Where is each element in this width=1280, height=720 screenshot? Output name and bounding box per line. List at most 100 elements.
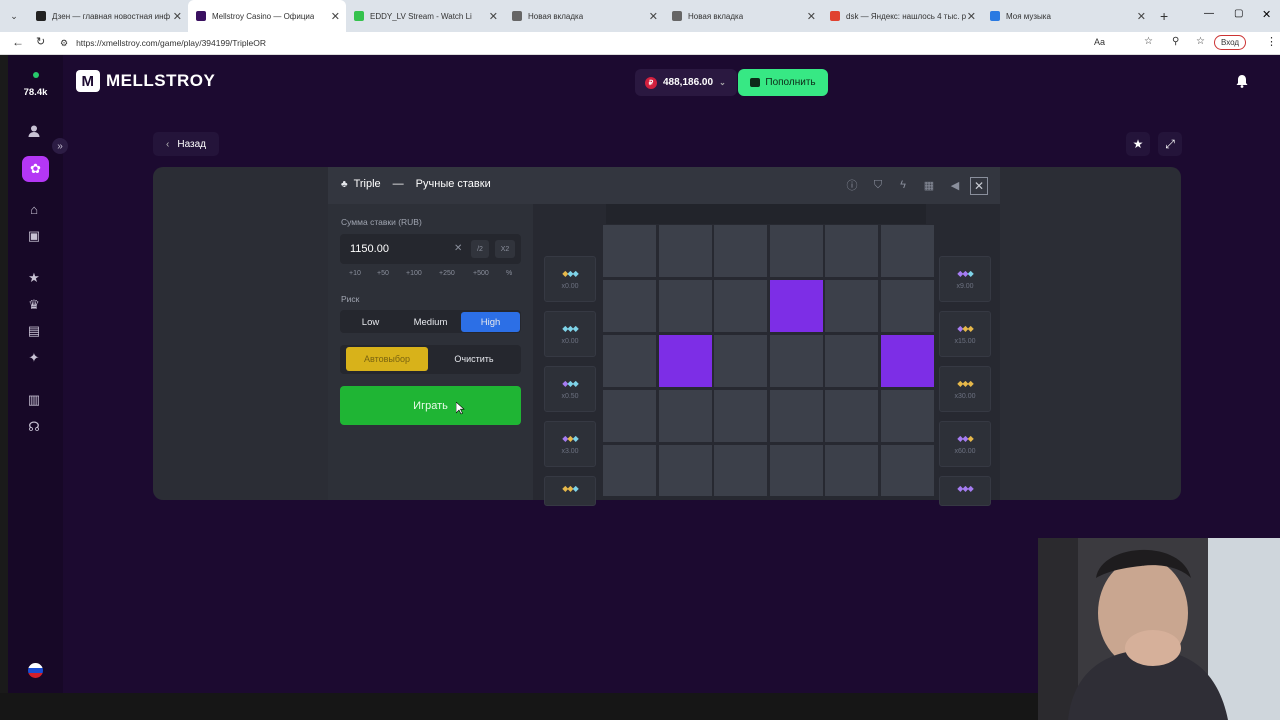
tab-0[interactable]: Дзен — главная новостная инф ✕ (28, 0, 188, 32)
tile[interactable] (769, 445, 823, 496)
star-icon[interactable]: ★ (24, 268, 44, 288)
deposit-button[interactable]: Пополнить (738, 69, 828, 96)
tile[interactable] (880, 390, 934, 442)
tile[interactable] (714, 445, 767, 496)
favorite-button[interactable]: ★ (1126, 132, 1150, 156)
sound-icon[interactable]: ◀ (948, 178, 962, 192)
tile[interactable] (825, 225, 878, 277)
quick-amount-button[interactable]: +100 (406, 270, 422, 277)
close-window-button[interactable]: ✕ (1262, 8, 1271, 21)
tab-close-icon[interactable]: ✕ (331, 10, 340, 23)
tile[interactable] (658, 225, 712, 277)
gem-combo-icon: ◆◆◆ (562, 433, 579, 443)
address-bar[interactable]: ⚙ https://xmellstroy.com/game/play/39419… (60, 34, 1140, 52)
tile-selected[interactable] (658, 335, 712, 387)
quick-amount-button[interactable]: +10 (349, 270, 361, 277)
tile-selected[interactable] (769, 280, 823, 332)
tile[interactable] (658, 280, 712, 332)
tile[interactable] (603, 225, 656, 277)
site-info-icon[interactable]: ⚙ (60, 38, 68, 49)
quick-amount-button[interactable]: +250 (439, 270, 455, 277)
half-bet-button[interactable]: /2 (471, 240, 489, 258)
risk-high-button[interactable]: High (461, 312, 520, 332)
tile[interactable] (769, 335, 823, 387)
tab-close-icon[interactable]: ✕ (967, 10, 976, 23)
tile[interactable] (825, 335, 878, 387)
document-icon[interactable]: ▥ (24, 390, 44, 410)
mellstroy-logo[interactable]: M MELLSTROY (76, 70, 215, 92)
play-button[interactable]: Играть (340, 386, 521, 425)
expand-sidebar-icon[interactable]: » (52, 138, 68, 154)
bookmark-star-icon[interactable]: ☆ (1144, 36, 1153, 47)
bell-icon[interactable] (1236, 74, 1248, 91)
gift-icon[interactable]: ▣ (24, 226, 44, 246)
login-button[interactable]: Вход (1214, 35, 1247, 50)
tab-5[interactable]: dsk — Яндекс: нашлось 4 тыс. р ✕ (822, 0, 982, 32)
back-button[interactable]: ‹ Назад (153, 132, 219, 156)
quick-amount-button[interactable]: +50 (377, 270, 389, 277)
extensions-icon[interactable]: ⚲ (1172, 36, 1179, 47)
risk-low-button[interactable]: Low (343, 312, 398, 332)
favorites-icon[interactable]: ☆ (1196, 36, 1205, 47)
tile[interactable] (603, 335, 656, 387)
tab-close-icon[interactable]: ✕ (649, 10, 658, 23)
double-bet-button[interactable]: X2 (495, 240, 515, 258)
clear-bet-icon[interactable]: ✕ (454, 243, 462, 254)
close-game-button[interactable]: ✕ (970, 177, 988, 195)
maximize-button[interactable]: ▢ (1234, 8, 1243, 19)
home-icon[interactable]: ⌂ (24, 199, 44, 219)
user-icon[interactable] (24, 121, 44, 141)
settings-icon[interactable]: ✿ (22, 156, 49, 182)
tile[interactable] (880, 225, 934, 277)
new-tab-button[interactable]: + (1160, 8, 1168, 24)
menu-icon[interactable]: ⋮ (1266, 35, 1277, 48)
tab-3[interactable]: Новая вкладка ✕ (504, 0, 664, 32)
tile[interactable] (603, 445, 656, 496)
tab-1[interactable]: Mellstroy Casino — Официа ✕ (188, 0, 346, 32)
tile[interactable] (880, 445, 934, 496)
tile[interactable] (880, 280, 934, 332)
balance-dropdown[interactable]: ₽ 488,186.00 ⌄ (635, 69, 737, 96)
tab-close-icon[interactable]: ✕ (1137, 10, 1146, 23)
tile[interactable] (714, 390, 767, 442)
tile[interactable] (825, 280, 878, 332)
tab-2[interactable]: EDDY_LV Stream - Watch Li ✕ (346, 0, 504, 32)
back-arrow-icon[interactable]: ← (12, 35, 24, 49)
tile[interactable] (825, 390, 878, 442)
tab-4[interactable]: Новая вкладка ✕ (664, 0, 822, 32)
tile[interactable] (714, 280, 767, 332)
shield-icon[interactable]: ⛉ (871, 178, 885, 192)
fullscreen-button[interactable]: ⤢ (1158, 132, 1182, 156)
tile-selected[interactable] (880, 335, 934, 387)
tile[interactable] (714, 225, 767, 277)
support-icon[interactable]: ☊ (24, 417, 44, 437)
tile[interactable] (769, 390, 823, 442)
minimize-button[interactable]: — (1204, 8, 1214, 19)
crown-icon[interactable]: ♛ (24, 295, 44, 315)
tile[interactable] (714, 335, 767, 387)
cards-icon[interactable]: ▤ (24, 321, 44, 341)
tile[interactable] (658, 390, 712, 442)
sparkle-icon[interactable]: ✦ (24, 348, 44, 368)
tile[interactable] (658, 445, 712, 496)
flag-icon[interactable] (28, 663, 43, 678)
tab-list-icon[interactable]: ⌄ (0, 11, 28, 22)
tile[interactable] (603, 280, 656, 332)
tab-close-icon[interactable]: ✕ (173, 10, 182, 23)
quick-amount-button[interactable]: +500 (473, 270, 489, 277)
tile[interactable] (603, 390, 656, 442)
clear-button[interactable]: Очистить (434, 347, 514, 371)
translate-icon[interactable]: Aa (1094, 37, 1105, 47)
tile[interactable] (769, 225, 823, 277)
quick-amount-button[interactable]: % (506, 270, 512, 277)
auto-select-button[interactable]: Автовыбор (346, 347, 428, 371)
tab-6[interactable]: Моя музыка ✕ (982, 0, 1152, 32)
tab-close-icon[interactable]: ✕ (807, 10, 816, 23)
help-icon[interactable]: ⓘ (845, 178, 859, 192)
keyboard-icon[interactable]: ▦ (922, 178, 936, 192)
risk-medium-button[interactable]: Medium (401, 312, 460, 332)
reload-icon[interactable]: ↻ (36, 35, 45, 48)
tab-close-icon[interactable]: ✕ (489, 10, 498, 23)
tile[interactable] (825, 445, 878, 496)
lightning-icon[interactable]: ϟ (896, 178, 910, 192)
